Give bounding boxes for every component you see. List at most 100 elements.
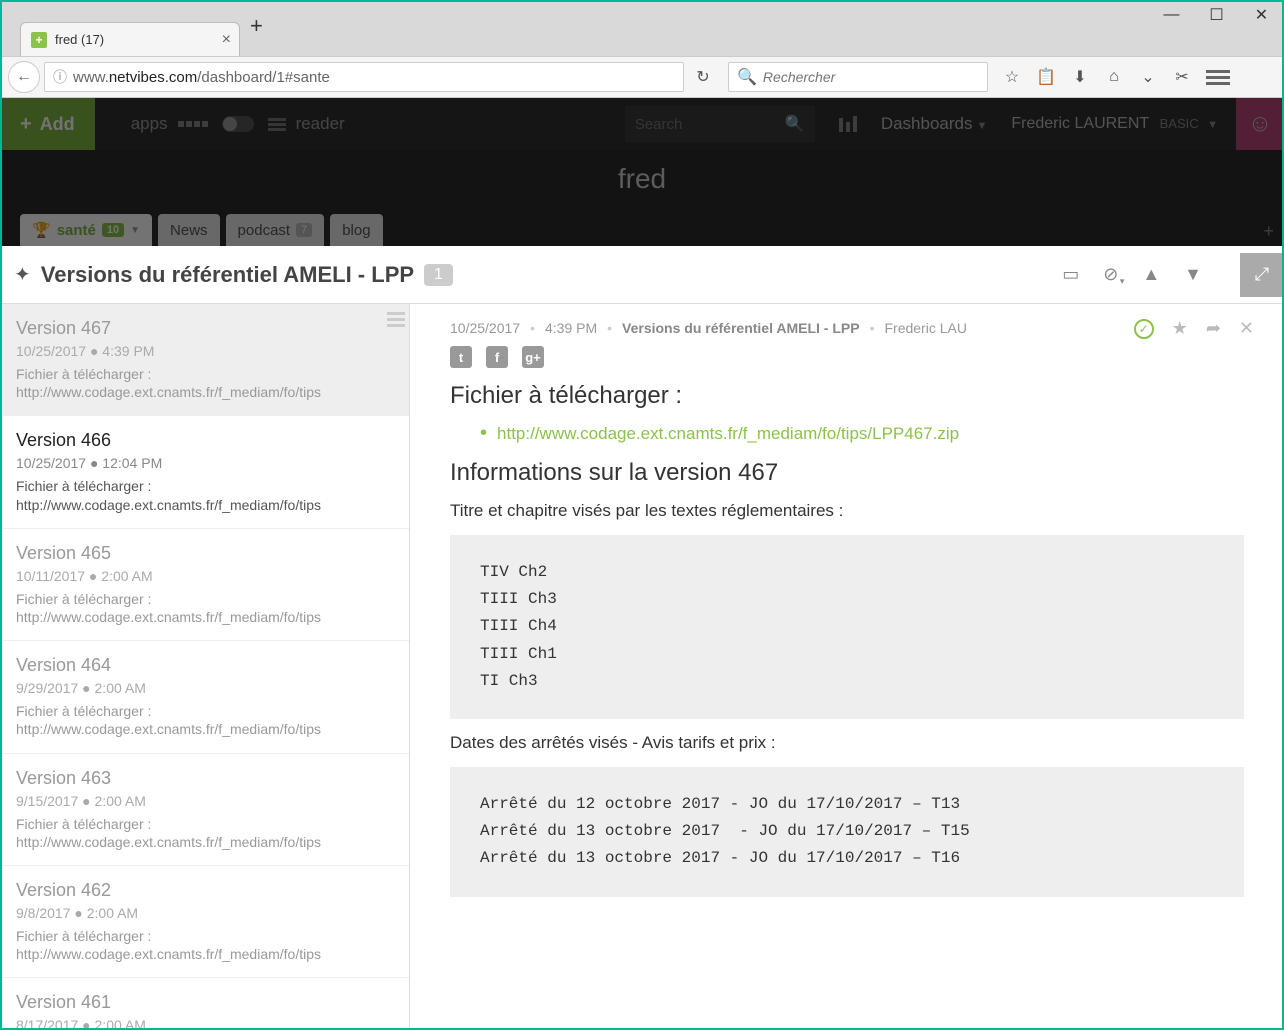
list-item-excerpt: http://www.codage.ext.cnamts.fr/f_mediam…: [16, 720, 393, 738]
list-item-meta: 8/17/2017 ● 2:00 AM: [16, 1017, 393, 1030]
list-item-excerpt: http://www.codage.ext.cnamts.fr/f_mediam…: [16, 496, 393, 514]
downloads-icon[interactable]: ⬇: [1070, 67, 1090, 87]
browser-search[interactable]: 🔍: [728, 62, 988, 92]
article-meta: 10/25/2017• 4:39 PM• Versions du référen…: [450, 320, 1244, 336]
window-minimize-button[interactable]: —: [1149, 0, 1194, 30]
code-block: TIV Ch2 TIII Ch3 TIII Ch4 TIII Ch1 TI Ch…: [450, 535, 1244, 719]
add-tab-button[interactable]: +: [1253, 217, 1284, 246]
reader-title: Versions du référentiel AMELI - LPP: [41, 262, 414, 288]
mark-read-icon[interactable]: ⊘▾: [1103, 264, 1118, 285]
list-view-icon[interactable]: [268, 118, 286, 131]
widget-icon: ✦: [14, 262, 31, 287]
app-header: + Add apps reader 🔍 Dashboards▼ Frederic…: [0, 98, 1284, 150]
app-search-input[interactable]: [635, 116, 785, 133]
list-item[interactable]: Version 46510/11/2017 ● 2:00 AMFichier à…: [0, 529, 409, 641]
article-heading: Fichier à télécharger :: [450, 382, 1244, 410]
extension-icon[interactable]: ✂: [1172, 67, 1192, 87]
list-menu-icon[interactable]: [387, 312, 405, 327]
list-item-excerpt: Fichier à télécharger :: [16, 590, 393, 608]
url-bar[interactable]: ⓘ www.netvibes.com/dashboard/1#sante: [44, 62, 684, 92]
star-icon[interactable]: ★: [1172, 318, 1188, 339]
grid-view-icon[interactable]: [178, 121, 208, 127]
prev-icon[interactable]: ▲: [1142, 264, 1160, 285]
list-item-excerpt: http://www.codage.ext.cnamts.fr/f_mediam…: [16, 608, 393, 626]
reload-button[interactable]: ↻: [688, 67, 718, 87]
home-icon[interactable]: ⌂: [1104, 68, 1124, 86]
dashboard-tab[interactable]: blog: [330, 214, 382, 246]
window-maximize-button[interactable]: ☐: [1194, 0, 1239, 30]
mark-read-button[interactable]: ✓: [1134, 319, 1154, 339]
list-item-excerpt: Fichier à télécharger :: [16, 815, 393, 833]
list-item-meta: 9/29/2017 ● 2:00 AM: [16, 680, 393, 696]
list-item[interactable]: Version 46710/25/2017 ● 4:39 PMFichier à…: [0, 304, 409, 416]
browser-tab-title: fred (17): [55, 32, 104, 47]
list-item-excerpt: http://www.codage.ext.cnamts.fr/f_mediam…: [16, 383, 393, 401]
tab-label: News: [170, 222, 208, 239]
article-source-link[interactable]: Versions du référentiel AMELI - LPP: [622, 320, 860, 336]
google-share-icon[interactable]: g+: [522, 346, 544, 368]
caret-down-icon: ▼: [1207, 119, 1218, 131]
dashboard-tab[interactable]: podcast 7: [226, 214, 325, 246]
dashboard-tab[interactable]: News: [158, 214, 220, 246]
list-item-excerpt: http://www.codage.ext.cnamts.fr/f_mediam…: [16, 945, 393, 963]
dashboard-tabs: 🏆santé10▼Newspodcast7blog+: [0, 208, 1284, 246]
add-button[interactable]: + Add: [0, 98, 95, 150]
window-close-button[interactable]: ✕: [1239, 0, 1284, 30]
tab-label: blog: [342, 222, 370, 239]
settings-sliders-icon[interactable]: [839, 116, 857, 132]
list-item-meta: 10/25/2017 ● 4:39 PM: [16, 343, 393, 359]
list-item-meta: 9/15/2017 ● 2:00 AM: [16, 793, 393, 809]
brand-logo-icon[interactable]: ☺: [1236, 98, 1284, 150]
search-icon: 🔍: [785, 114, 805, 134]
list-item[interactable]: Version 4629/8/2017 ● 2:00 AMFichier à t…: [0, 866, 409, 978]
pocket-icon[interactable]: ⌄: [1138, 67, 1158, 87]
dashboard-title: fred: [0, 150, 1284, 208]
tab-badge: 7: [296, 223, 312, 237]
layout-icon[interactable]: ▭: [1062, 264, 1079, 285]
download-link[interactable]: http://www.codage.ext.cnamts.fr/f_mediam…: [497, 424, 959, 444]
list-item-excerpt: http://www.codage.ext.cnamts.fr/f_mediam…: [16, 833, 393, 851]
reader-label[interactable]: reader: [296, 114, 345, 134]
view-toggle[interactable]: [222, 116, 254, 132]
add-label: Add: [40, 114, 75, 135]
caret-down-icon: ▼: [130, 225, 140, 236]
list-item-excerpt: Fichier à télécharger :: [16, 927, 393, 945]
bullet-icon: •: [480, 422, 487, 445]
user-menu[interactable]: Frederic LAURENT BASIC ▼: [1011, 115, 1218, 133]
apps-label[interactable]: apps: [131, 114, 168, 134]
share-icon[interactable]: ➦: [1206, 318, 1221, 339]
tab-label: santé: [57, 222, 96, 239]
facebook-share-icon[interactable]: f: [486, 346, 508, 368]
dashboards-menu[interactable]: Dashboards▼: [881, 114, 988, 134]
list-item-excerpt: Fichier à télécharger :: [16, 477, 393, 495]
tab-label: podcast: [238, 222, 291, 239]
list-item[interactable]: Version 461 8/17/2017 ● 2:00 AM: [0, 978, 409, 1030]
code-block: Arrêté du 12 octobre 2017 - JO du 17/10/…: [450, 767, 1244, 897]
bookmark-star-icon[interactable]: ☆: [1002, 67, 1022, 87]
article-list: Version 46710/25/2017 ● 4:39 PMFichier à…: [0, 304, 410, 1030]
app-search[interactable]: 🔍: [625, 106, 815, 142]
browser-tab[interactable]: + fred (17) ×: [20, 22, 240, 56]
tab-icon: 🏆: [32, 221, 51, 239]
close-article-icon[interactable]: ✕: [1239, 318, 1254, 339]
reader-header: ✦ Versions du référentiel AMELI - LPP 1 …: [0, 246, 1284, 304]
list-item[interactable]: Version 46610/25/2017 ● 12:04 PMFichier …: [0, 416, 409, 528]
dashboard-tab[interactable]: 🏆santé10▼: [20, 214, 152, 246]
new-tab-button[interactable]: +: [250, 13, 263, 39]
article-subheading: Informations sur la version 467: [450, 459, 1244, 487]
next-icon[interactable]: ▼: [1184, 264, 1202, 285]
menu-icon[interactable]: [1206, 70, 1230, 85]
twitter-share-icon[interactable]: t: [450, 346, 472, 368]
favicon-icon: +: [31, 32, 47, 48]
clipboard-icon[interactable]: 📋: [1036, 67, 1056, 87]
tab-close-icon[interactable]: ×: [222, 31, 231, 49]
nav-back-button[interactable]: ←: [8, 61, 40, 93]
list-item-title: Version 464: [16, 655, 393, 676]
list-item-title: Version 461: [16, 992, 393, 1013]
search-icon: 🔍: [737, 67, 757, 87]
collapse-icon[interactable]: ⤢: [1240, 253, 1284, 297]
list-item[interactable]: Version 4649/29/2017 ● 2:00 AMFichier à …: [0, 641, 409, 753]
browser-search-input[interactable]: [763, 69, 979, 85]
list-item[interactable]: Version 4639/15/2017 ● 2:00 AMFichier à …: [0, 754, 409, 866]
window-titlebar: + fred (17) × + — ☐ ✕: [0, 0, 1284, 56]
